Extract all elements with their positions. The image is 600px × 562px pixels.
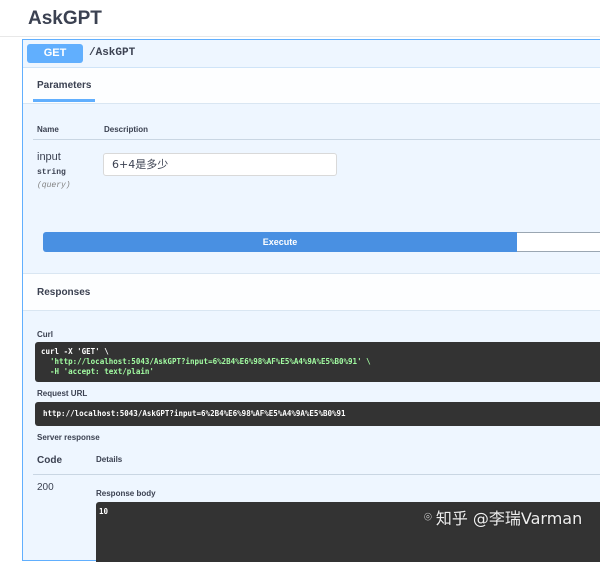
watermark-text: 知乎 @李瑞Varman: [435, 509, 583, 528]
request-url-block[interactable]: http://localhost:5043/AskGPT?input=6%2B4…: [35, 402, 600, 426]
parameters-header: Parameters: [23, 67, 600, 104]
parameter-name: input: [37, 151, 61, 163]
clear-button[interactable]: [517, 232, 600, 252]
tab-active-indicator: [33, 99, 95, 102]
response-table-divider: [33, 474, 600, 475]
curl-label: Curl: [37, 330, 53, 339]
code-column-header: Code: [37, 455, 62, 466]
watermark: ⌾ 知乎 @李瑞Varman: [424, 505, 582, 529]
operation-summary[interactable]: GET /AskGPT: [23, 40, 600, 66]
column-divider: [33, 139, 600, 140]
details-column-header: Details: [96, 455, 123, 464]
execute-button[interactable]: Execute: [43, 232, 517, 252]
request-url-label: Request URL: [37, 389, 88, 398]
parameter-type: string: [37, 168, 66, 177]
parameter-location: (query): [37, 181, 71, 190]
page-title: AskGPT: [28, 8, 102, 29]
response-status-code: 200: [37, 482, 54, 493]
response-body-label: Response body: [96, 489, 156, 498]
curl-line-1: curl -X 'GET' \: [41, 347, 109, 356]
column-header-description: Description: [104, 125, 149, 134]
camera-icon: ⌾: [424, 509, 432, 525]
title-divider: [0, 36, 600, 37]
column-header-name: Name: [37, 125, 59, 134]
curl-line-2: 'http://localhost:5043/AskGPT?input=6%2B…: [41, 357, 371, 366]
curl-line-3: -H 'accept: text/plain': [41, 367, 154, 376]
operation-block: GET /AskGPT Parameters Name Description …: [22, 39, 600, 562]
server-response-label: Server response: [37, 433, 100, 442]
responses-header: Responses: [23, 273, 600, 311]
curl-command-block[interactable]: curl -X 'GET' \ 'http://localhost:5043/A…: [35, 342, 600, 382]
operation-path: /AskGPT: [89, 47, 136, 59]
method-badge: GET: [27, 44, 83, 63]
input-parameter-field[interactable]: [103, 153, 337, 176]
execute-wrapper: Execute: [43, 232, 600, 252]
tab-parameters[interactable]: Parameters: [37, 80, 91, 91]
responses-title: Responses: [37, 287, 91, 298]
